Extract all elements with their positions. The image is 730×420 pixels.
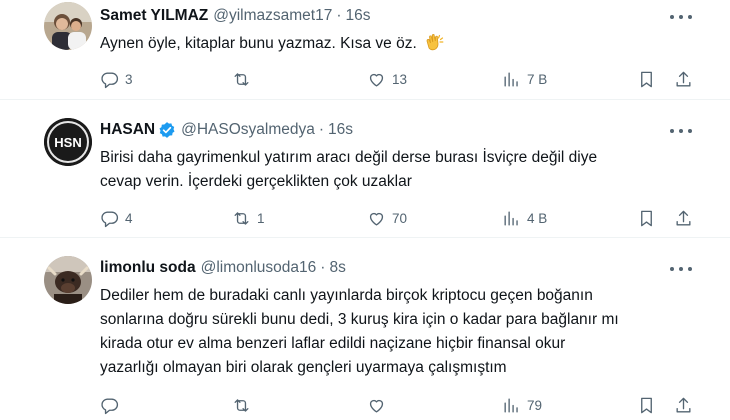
like-icon <box>369 73 384 87</box>
timestamp[interactable]: 16s <box>328 121 353 139</box>
tweet-header: limonlu soda @limonlusoda16 · 8s <box>100 258 346 278</box>
more-icon[interactable] <box>670 262 692 276</box>
bookmark-button[interactable] <box>637 68 656 90</box>
bookmark-button[interactable] <box>637 207 656 229</box>
avatar[interactable] <box>44 256 92 304</box>
tweet-line: sonlarına doğru sürekli bunu dedi, 3 kur… <box>100 311 619 328</box>
share-button[interactable] <box>674 68 693 90</box>
reply-count: 3 <box>125 71 133 87</box>
bookmark-icon <box>641 397 652 413</box>
tweet-1[interactable]: Samet YILMAZ @yilmazsamet17 · 16s Aynen … <box>0 0 730 100</box>
like-button[interactable] <box>367 394 392 416</box>
share-button[interactable] <box>674 207 693 229</box>
like-count: 70 <box>392 210 408 226</box>
action-bar: 4 1 70 4 B <box>0 207 730 229</box>
views-button[interactable]: 7 B <box>502 68 547 90</box>
retweet-button[interactable]: 1 <box>232 207 265 229</box>
tweet-text: Aynen öyle, kitaplar bunu yazmaz. Kısa v… <box>100 32 700 56</box>
share-icon <box>676 210 691 226</box>
like-icon <box>369 212 384 226</box>
tweet-2[interactable]: HSN HASAN @HASOsyalmedya · 16s Birisi da… <box>0 100 730 238</box>
action-bar: 3 13 7 B <box>0 68 730 90</box>
bookmark-button[interactable] <box>637 394 656 416</box>
views-icon <box>504 210 518 226</box>
separator-dot: · <box>336 7 342 24</box>
author-name[interactable]: Samet YILMAZ <box>100 7 208 25</box>
views-button[interactable]: 4 B <box>502 207 547 229</box>
views-icon <box>504 71 518 87</box>
tweet-text: Birisi daha gayrimenkul yatırım aracı de… <box>100 146 700 194</box>
author-handle[interactable]: @yilmazsamet17 <box>213 7 332 25</box>
timestamp[interactable]: 8s <box>329 259 345 277</box>
like-count: 13 <box>392 71 408 87</box>
more-icon[interactable] <box>670 10 692 24</box>
bookmark-icon <box>641 210 652 226</box>
avatar[interactable]: HSN <box>44 118 92 166</box>
views-count: 7 B <box>527 71 548 87</box>
author-handle[interactable]: @limonlusoda16 <box>201 259 317 277</box>
reply-count: 4 <box>125 210 133 226</box>
clapping-hands-icon <box>426 34 444 51</box>
like-button[interactable]: 70 <box>367 207 407 229</box>
tweet-line: Dediler hem de buradaki canlı yayınlarda… <box>100 287 593 304</box>
retweet-icon <box>234 72 249 86</box>
views-count: 79 <box>527 397 543 413</box>
retweet-icon <box>234 398 249 412</box>
views-count: 4 B <box>527 210 548 226</box>
retweet-button[interactable] <box>232 68 257 90</box>
tweet-line: yazarlığı olmayan biri olarak gençleri u… <box>100 359 507 376</box>
separator-dot: · <box>318 121 325 138</box>
tweet-line: Birisi daha gayrimenkul yatırım aracı de… <box>100 149 598 166</box>
tweet-3[interactable]: limonlu soda @limonlusoda16 · 8s Dediler… <box>0 238 730 420</box>
views-icon <box>504 397 518 413</box>
tweet-line: kirada otur ev alma benzeri laflar edild… <box>100 335 566 352</box>
tweet-header: HASAN @HASOsyalmedya · 16s <box>100 120 353 140</box>
retweet-icon <box>234 211 249 225</box>
tweet-header: Samet YILMAZ @yilmazsamet17 · 16s <box>100 6 371 26</box>
reply-button[interactable]: 3 <box>100 68 133 90</box>
share-button[interactable] <box>674 394 693 416</box>
tweet-text: Dediler hem de buradaki canlı yayınlarda… <box>100 284 700 380</box>
reply-icon <box>101 397 119 414</box>
like-button[interactable]: 13 <box>367 68 407 90</box>
tweet-line: Aynen öyle, kitaplar bunu yazmaz. Kısa v… <box>100 35 417 52</box>
author-name[interactable]: limonlu soda <box>100 259 196 277</box>
retweet-button[interactable] <box>232 394 257 416</box>
share-icon <box>676 397 691 413</box>
reply-button[interactable]: 4 <box>100 207 133 229</box>
reply-icon <box>101 71 119 88</box>
reply-button[interactable] <box>100 394 125 416</box>
bookmark-icon <box>641 71 652 87</box>
more-icon[interactable] <box>670 124 692 138</box>
timestamp[interactable]: 16s <box>346 7 371 25</box>
author-handle[interactable]: @HASOsyalmedya <box>181 121 315 139</box>
share-icon <box>676 71 691 87</box>
avatar[interactable] <box>44 2 92 50</box>
separator-dot: · <box>320 259 326 276</box>
tweet-line: cevap verin. İçerdeki gerçeklikten çok u… <box>100 173 412 190</box>
reply-icon <box>101 210 119 227</box>
views-button[interactable]: 79 <box>502 394 542 416</box>
action-bar: 79 <box>0 394 730 416</box>
like-icon <box>369 399 384 413</box>
verified-badge-icon <box>159 122 175 138</box>
avatar-logo-text: HSN <box>54 135 81 150</box>
retweet-count: 1 <box>257 210 265 226</box>
author-name[interactable]: HASAN <box>100 121 155 139</box>
